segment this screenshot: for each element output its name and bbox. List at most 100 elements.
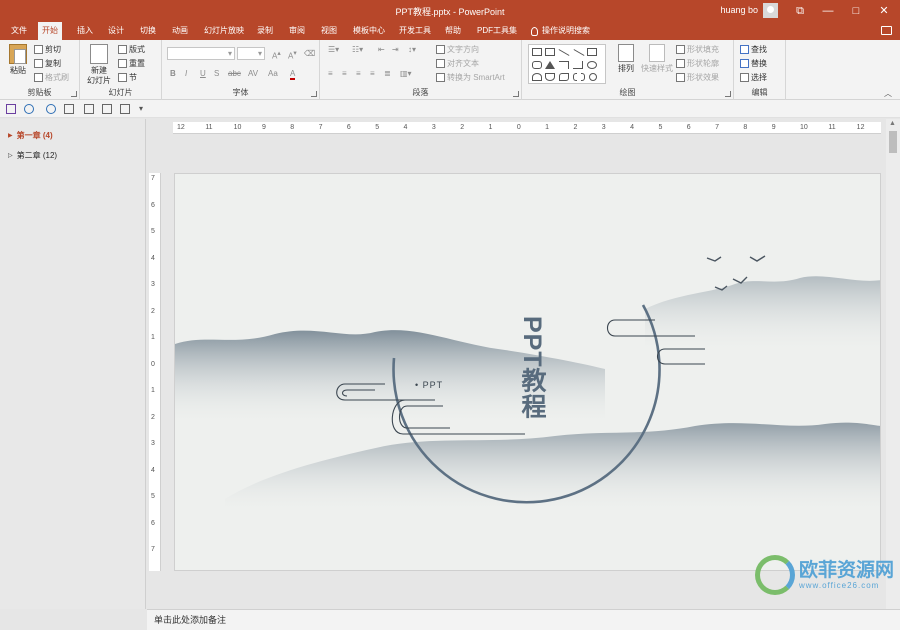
tab-developer[interactable]: 开发工具 (395, 22, 435, 40)
drawing-launcher-icon[interactable] (725, 91, 731, 97)
outline-section-1[interactable]: ▶ 第一章 (4) (8, 130, 53, 141)
layout-button[interactable]: 版式 (118, 44, 145, 55)
ribbon-display-options-button[interactable]: ⧉ (786, 0, 814, 22)
tab-help[interactable]: 帮助 (441, 22, 465, 40)
save-icon[interactable] (6, 104, 16, 114)
slide-subtitle[interactable]: • PPT (415, 380, 443, 390)
maximize-button[interactable]: □ (842, 0, 870, 22)
shadow-button[interactable]: S (214, 69, 219, 78)
close-button[interactable]: ✕ (870, 0, 898, 22)
shape-outline-button[interactable]: 形状轮廓 (676, 58, 719, 69)
reset-button[interactable]: 重置 (118, 58, 145, 69)
text-direction-button[interactable]: 文字方向 (436, 44, 479, 55)
grow-font-button[interactable]: A▴ (272, 49, 281, 61)
decrease-indent-button[interactable]: ⇤ (378, 45, 385, 54)
font-launcher-icon[interactable] (311, 91, 317, 97)
shape-fill-button[interactable]: 形状填充 (676, 44, 719, 55)
tab-file[interactable]: 文件 (7, 22, 31, 40)
brace-right-icon[interactable] (581, 73, 585, 81)
bold-button[interactable]: B (170, 69, 176, 78)
numbering-button[interactable]: ☷▾ (352, 45, 363, 54)
tab-design[interactable]: 设计 (104, 22, 128, 40)
tab-pdf-tools[interactable]: PDF工具集 (473, 22, 521, 40)
font-color-button[interactable]: A (290, 69, 296, 80)
section-button[interactable]: 节 (118, 72, 137, 83)
outline-section-2[interactable]: ▷ 第二章 (12) (8, 150, 57, 161)
distributed-button[interactable]: ≣ (384, 69, 391, 78)
undo-icon[interactable] (24, 104, 34, 114)
slide-title[interactable]: PPT教程 (512, 316, 552, 420)
select-button[interactable]: 选择 (740, 72, 767, 83)
user-name[interactable]: huang bo (720, 5, 758, 15)
redo-icon[interactable] (46, 104, 56, 114)
tab-slideshow[interactable]: 幻灯片放映 (200, 22, 248, 40)
align-right-button[interactable]: ≡ (356, 69, 361, 78)
oval-shape-icon[interactable] (587, 61, 597, 69)
rectangle-shape-icon[interactable] (587, 48, 597, 56)
strikethrough-button[interactable]: abc (228, 69, 241, 78)
underline-button[interactable]: U (200, 69, 206, 78)
tab-record[interactable]: 录制 (253, 22, 277, 40)
quick-styles-button[interactable]: 快速样式 (640, 44, 674, 74)
line-spacing-button[interactable]: ↕▾ (408, 45, 416, 54)
tab-animations[interactable]: 动画 (168, 22, 192, 40)
smartart-button[interactable]: 转换为 SmartArt (436, 72, 505, 83)
arrow-shape-icon[interactable] (573, 49, 585, 56)
shape-effects-button[interactable]: 形状效果 (676, 72, 719, 83)
copy-button[interactable]: 复制 (34, 58, 61, 69)
justify-button[interactable]: ≡ (370, 69, 375, 78)
replace-button[interactable]: 替换 (740, 58, 767, 69)
comments-icon[interactable] (881, 26, 892, 35)
scroll-up-icon[interactable]: ▲ (889, 120, 896, 127)
freeform-shape-icon[interactable] (559, 73, 569, 81)
increase-indent-button[interactable]: ⇥ (392, 45, 399, 54)
notes-pane[interactable]: 单击此处添加备注 (147, 609, 900, 630)
align-center-button[interactable]: ≡ (342, 69, 347, 78)
italic-button[interactable]: I (185, 69, 187, 78)
line-shape-icon[interactable] (558, 49, 570, 56)
align-left-button[interactable]: ≡ (328, 69, 333, 78)
star-shape-icon[interactable] (589, 73, 597, 81)
font-name-combo[interactable] (167, 47, 235, 60)
font-size-combo[interactable] (237, 47, 265, 60)
slide-canvas[interactable]: PPT教程 • PPT (174, 173, 881, 571)
shrink-font-button[interactable]: A▾ (288, 49, 297, 61)
cut-button[interactable]: 剪切 (34, 44, 61, 55)
tab-view[interactable]: 视图 (317, 22, 341, 40)
curve-shape-icon[interactable] (545, 73, 555, 81)
find-button[interactable]: 查找 (740, 44, 767, 55)
picture-icon[interactable] (84, 104, 94, 114)
table-icon[interactable] (120, 104, 130, 114)
text-box-shape-icon[interactable] (532, 48, 542, 56)
change-case-button[interactable]: Aa (268, 69, 278, 78)
paragraph-launcher-icon[interactable] (513, 91, 519, 97)
vertical-scrollbar[interactable]: ▲ (886, 119, 900, 609)
vertical-text-box-icon[interactable] (545, 48, 555, 56)
tab-transitions[interactable]: 切换 (136, 22, 160, 40)
paste-button[interactable]: 粘贴 (5, 44, 31, 76)
collapse-ribbon-icon[interactable]: ︿ (884, 88, 892, 99)
elbow-arrow-icon[interactable] (573, 61, 583, 69)
format-painter-button[interactable]: 格式刷 (34, 72, 69, 83)
tab-insert[interactable]: 插入 (73, 22, 97, 40)
align-text-button[interactable]: 对齐文本 (436, 58, 479, 69)
rounded-rectangle-shape-icon[interactable] (532, 61, 542, 69)
shapes-gallery[interactable] (528, 44, 606, 84)
arc-shape-icon[interactable] (532, 73, 542, 81)
brace-left-icon[interactable] (573, 73, 577, 81)
new-slide-button[interactable]: 新建 幻灯片 (84, 44, 114, 86)
arrange-button[interactable]: 排列 (614, 44, 638, 74)
tell-me-search[interactable]: 操作说明搜索 (527, 22, 594, 40)
textbox-icon[interactable] (102, 104, 112, 114)
tab-template-center[interactable]: 模板中心 (349, 22, 389, 40)
customize-qat-icon[interactable]: ▾ (139, 104, 143, 113)
minimize-button[interactable]: — (814, 0, 842, 22)
bullets-button[interactable]: ☰▾ (328, 45, 339, 54)
triangle-shape-icon[interactable] (545, 61, 555, 69)
columns-button[interactable]: ▥▾ (400, 69, 412, 78)
character-spacing-button[interactable]: AV (248, 69, 258, 78)
tab-review[interactable]: 审阅 (285, 22, 309, 40)
elbow-connector-icon[interactable] (559, 61, 569, 69)
scrollbar-thumb[interactable] (889, 131, 897, 153)
tab-home[interactable]: 开始 (38, 22, 62, 40)
